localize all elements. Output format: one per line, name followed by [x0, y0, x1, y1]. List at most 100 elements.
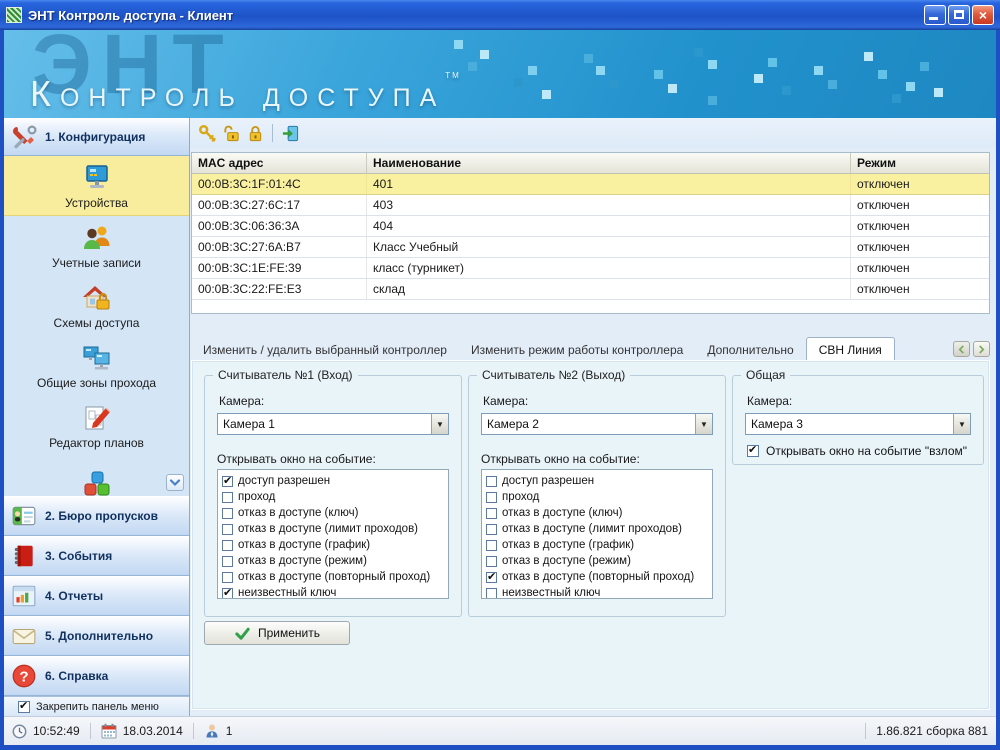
event-option[interactable]: отказ в доступе (график): [486, 537, 712, 553]
tab-change-mode[interactable]: Изменить режим работы контроллера: [459, 339, 695, 360]
pin-menu-checkbox[interactable]: Закрепить панель меню: [4, 696, 189, 716]
table-row[interactable]: 00:0B:3C:27:6A:B7 Класс Учебный отключен: [192, 237, 989, 258]
house-lock-icon: [81, 282, 113, 314]
cctv-settings-panel: Считыватель №1 (Вход) Камера: Камера 1 ▼…: [191, 360, 990, 710]
users-icon: [81, 222, 113, 254]
status-separator: [193, 723, 194, 739]
checkbox-icon: [222, 540, 233, 551]
chevron-left-icon: [957, 344, 966, 355]
break-in-event-checkbox[interactable]: Открывать окно на событие "взлом": [747, 444, 967, 458]
cell-mode: отключен: [851, 174, 989, 194]
sidebar-item-devices[interactable]: Устройства: [4, 156, 189, 216]
sidebar-section-events[interactable]: 3. События: [4, 536, 189, 576]
table-row[interactable]: 00:0B:3C:27:6C:17 403 отключен: [192, 195, 989, 216]
sidebar-item-access-schemes[interactable]: Схемы доступа: [4, 276, 189, 336]
brand-title-text: Контроль доступа: [30, 73, 445, 114]
column-header-name[interactable]: Наименование: [367, 153, 851, 173]
table-row[interactable]: 00:0B:3C:22:FE:E3 склад отключен: [192, 279, 989, 300]
monitor-icon: [81, 162, 113, 194]
tab-additional[interactable]: Дополнительно: [695, 339, 805, 360]
camera-label: Камера:: [747, 394, 792, 408]
cell-mac: 00:0B:3C:27:6C:17: [192, 195, 367, 215]
table-row[interactable]: 00:0B:3C:06:36:3A 404 отключен: [192, 216, 989, 237]
checkbox-icon: [486, 540, 497, 551]
maximize-button[interactable]: [948, 5, 970, 25]
sidebar-section-pass-bureau[interactable]: 2. Бюро пропусков: [4, 496, 189, 536]
checkbox-icon: [486, 524, 497, 535]
camera-select-value: Камера 2: [482, 417, 695, 431]
event-option[interactable]: отказ в доступе (лимит проходов): [486, 521, 712, 537]
sidebar-section-label: 1. Конфигурация: [45, 130, 145, 144]
event-option[interactable]: отказ в доступе (режим): [222, 553, 448, 569]
minimize-button[interactable]: [924, 5, 946, 25]
sidebar-item-plan-editor[interactable]: Редактор планов: [4, 396, 189, 456]
event-option-label: отказ в доступе (лимит проходов): [238, 523, 418, 535]
sidebar-section-configuration[interactable]: 1. Конфигурация: [4, 118, 189, 156]
help-icon: ?: [11, 663, 37, 689]
table-row[interactable]: 00:0B:3C:1E:FE:39 класс (турникет) отклю…: [192, 258, 989, 279]
key-button[interactable]: [195, 121, 219, 145]
table-row[interactable]: 00:0B:3C:1F:01:4C 401 отключен: [192, 174, 989, 195]
event-option[interactable]: проход: [486, 489, 712, 505]
sidebar-item-accounts[interactable]: Учетные записи: [4, 216, 189, 276]
app-icon: [6, 7, 22, 23]
key-icon: [198, 124, 217, 143]
event-option[interactable]: отказ в доступе (режим): [486, 553, 712, 569]
status-users: 1: [204, 723, 233, 739]
status-version: 1.86.821 сборка 881: [876, 724, 988, 738]
sidebar-item-cubes[interactable]: [4, 456, 189, 496]
cell-name: 403: [367, 195, 851, 215]
event-option-label: отказ в доступе (режим): [502, 555, 631, 567]
unlock-button[interactable]: [219, 121, 243, 145]
event-option-label: отказ в доступе (график): [238, 539, 370, 551]
tab-edit-controller[interactable]: Изменить / удалить выбранный контроллер: [191, 339, 459, 360]
close-button[interactable]: ×: [972, 5, 994, 25]
tab-cctv-line[interactable]: СВН Линия: [806, 337, 895, 360]
general-camera-select[interactable]: Камера 3 ▼: [745, 413, 971, 435]
table-header: MAC адрес Наименование Режим: [192, 153, 989, 174]
checkbox-icon: [222, 524, 233, 535]
envelope-icon: [11, 623, 37, 649]
event-option[interactable]: неизвестный ключ: [486, 585, 712, 599]
event-option[interactable]: проход: [222, 489, 448, 505]
event-option[interactable]: отказ в доступе (лимит проходов): [222, 521, 448, 537]
event-option[interactable]: доступ разрешен: [486, 473, 712, 489]
sidebar-section-label: 4. Отчеты: [45, 589, 103, 603]
event-option[interactable]: отказ в доступе (ключ): [222, 505, 448, 521]
lock-icon: [246, 124, 265, 143]
status-date-value: 18.03.2014: [123, 724, 183, 738]
checkbox-icon: [486, 508, 497, 519]
groupbox-title: Считыватель №2 (Выход): [477, 368, 630, 382]
cell-mac: 00:0B:3C:1E:FE:39: [192, 258, 367, 278]
event-option[interactable]: неизвестный ключ: [222, 585, 448, 599]
sidebar-section-additional[interactable]: 5. Дополнительно: [4, 616, 189, 656]
checkbox-icon: [747, 445, 759, 457]
cell-mac: 00:0B:3C:06:36:3A: [192, 216, 367, 236]
camera-label: Камера:: [483, 394, 528, 408]
window-titlebar: ЭНТ Контроль доступа - Клиент ×: [0, 0, 1000, 30]
reader2-camera-select[interactable]: Камера 2 ▼: [481, 413, 713, 435]
tabs-scroll-right-button[interactable]: [973, 341, 990, 357]
apply-button[interactable]: Применить: [204, 621, 350, 645]
lock-button[interactable]: [243, 121, 267, 145]
sidebar-item-common-zones[interactable]: Общие зоны прохода: [4, 336, 189, 396]
reader1-camera-select[interactable]: Камера 1 ▼: [217, 413, 449, 435]
sidebar-section-help[interactable]: ? 6. Справка: [4, 656, 189, 696]
event-option[interactable]: отказ в доступе (график): [222, 537, 448, 553]
chart-icon: [11, 583, 37, 609]
exit-button[interactable]: [278, 121, 302, 145]
event-option-label: доступ разрешен: [238, 475, 330, 487]
event-option[interactable]: отказ в доступе (повторный проход): [222, 569, 448, 585]
sidebar-scroll-down-button[interactable]: [166, 474, 184, 491]
event-option[interactable]: отказ в доступе (повторный проход): [486, 569, 712, 585]
cell-name: класс (турникет): [367, 258, 851, 278]
tab-strip: Изменить / удалить выбранный контроллер …: [191, 337, 990, 360]
column-header-mac[interactable]: MAC адрес: [192, 153, 367, 173]
column-header-mode[interactable]: Режим: [851, 153, 989, 173]
event-option[interactable]: отказ в доступе (ключ): [486, 505, 712, 521]
tabs-scroll-left-button[interactable]: [953, 341, 970, 357]
calendar-icon: [101, 723, 117, 739]
sidebar-section-reports[interactable]: 4. Отчеты: [4, 576, 189, 616]
cell-name: 401: [367, 174, 851, 194]
event-option[interactable]: доступ разрешен: [222, 473, 448, 489]
